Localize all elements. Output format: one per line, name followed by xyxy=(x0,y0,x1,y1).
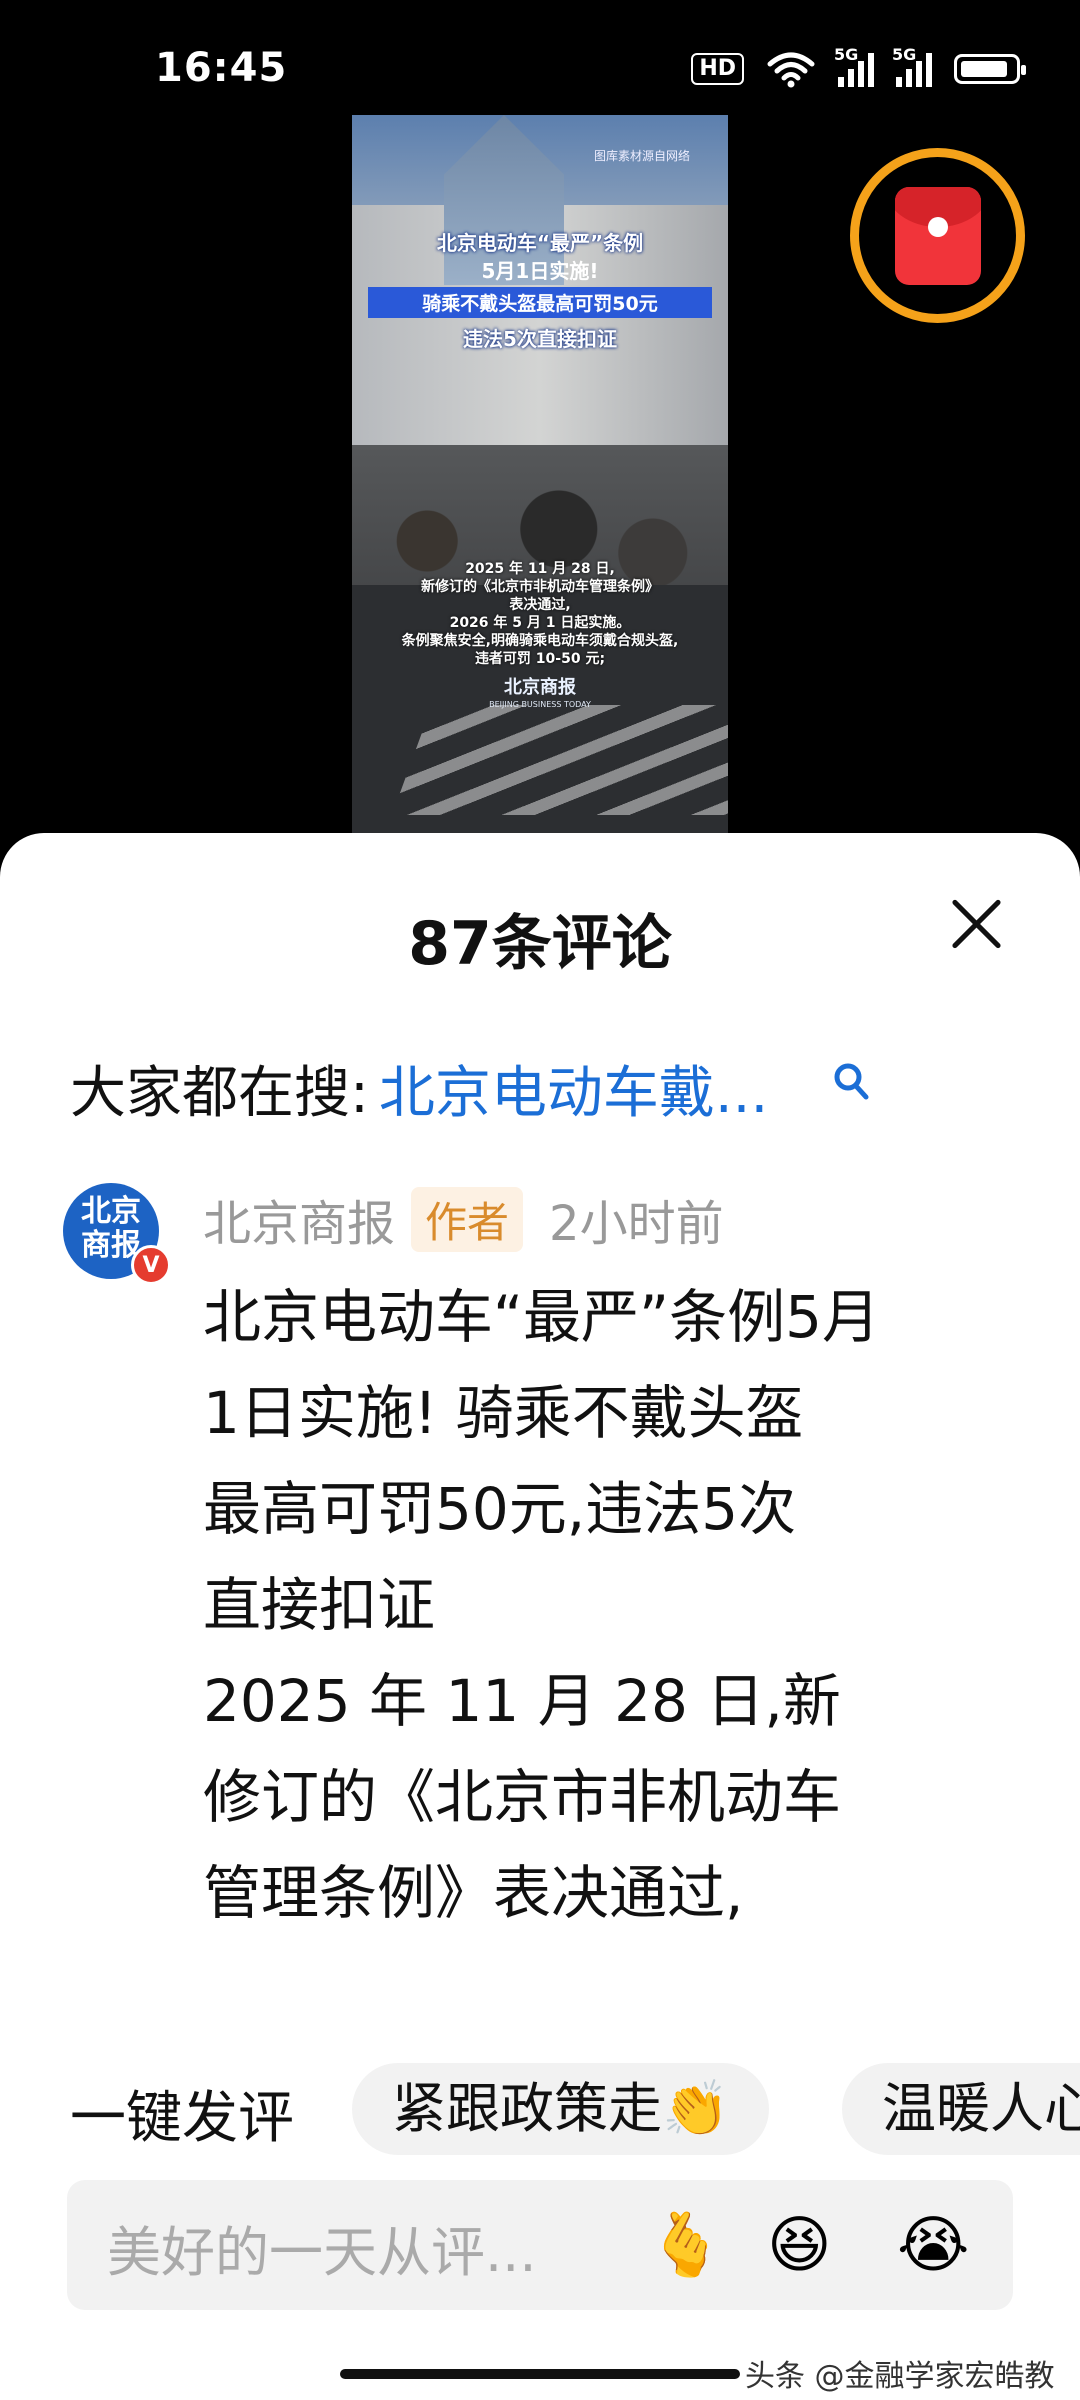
trending-search[interactable]: 大家都在搜: 北京电动车戴... xyxy=(70,1053,768,1126)
quick-comment-chip[interactable]: 紧跟政策走👏 xyxy=(352,2063,770,2155)
video-source-note: 图库素材源自网络 xyxy=(593,149,690,163)
wifi-icon xyxy=(767,52,815,88)
author-tag-badge: 作者 xyxy=(411,1186,524,1252)
video-title-line2: 5月1日实施! xyxy=(481,259,599,283)
status-time: 16:45 xyxy=(155,45,288,91)
laughing-emoji-icon[interactable]: 😆 xyxy=(767,2208,832,2282)
signal-1-icon: 5G xyxy=(834,45,874,87)
close-icon[interactable] xyxy=(946,893,1006,953)
status-icons: HD 5G 5G xyxy=(691,45,1026,88)
signal-2-icon: 5G xyxy=(892,45,932,87)
heart-hands-emoji-icon[interactable]: 🫰 xyxy=(647,2208,724,2282)
quick-comment-row: 一键发评 紧跟政策走👏 温暖人心 xyxy=(0,2053,1080,2163)
battery-icon xyxy=(954,54,1026,84)
comments-sheet: 87条评论 大家都在搜: 北京电动车戴... 北京 商报 V 北京商报 作者 2… xyxy=(0,833,1080,2400)
quick-comment-label: 一键发评 xyxy=(70,2086,294,2151)
crying-emoji-icon[interactable]: 😭 xyxy=(897,2208,969,2282)
video-title-line3: 骑乘不戴头盔最高可罚50元 xyxy=(368,287,712,318)
comment-input[interactable]: 美好的一天从评... 🫰 😆 😭 xyxy=(67,2180,1013,2310)
video-logo-subtitle: BEIJING BUSINESS TODAY xyxy=(489,700,591,709)
comment-time: 2小时前 xyxy=(549,1196,724,1252)
quick-comment-chip[interactable]: 温暖人心 xyxy=(842,2063,1080,2155)
red-envelope-icon xyxy=(895,187,981,285)
video-title-line1: 北京电动车“最严”条例 xyxy=(436,231,644,255)
status-bar: 16:45 HD 5G 5G xyxy=(0,0,1080,110)
verified-badge-icon: V xyxy=(131,1245,171,1285)
comment-body[interactable]: 北京电动车“最严”条例5月 1日实施! 骑乘不戴头盔 最高可罚50元,违法5次 … xyxy=(203,1269,993,1941)
red-packet-button[interactable] xyxy=(850,148,1025,323)
comments-count-title: 87条评论 xyxy=(408,909,672,979)
video-logo: 北京商报 xyxy=(504,677,576,698)
video-body-text: 2025 年 11 月 28 日, 新修订的《北京市非机动车管理条例》 表决通过… xyxy=(401,561,679,667)
comment-meta: 北京商报 作者 2小时前 xyxy=(203,1183,724,1255)
video-player[interactable]: 图库素材源自网络 北京电动车“最严”条例 5月1日实施! 骑乘不戴头盔最高可罚5… xyxy=(352,115,728,835)
search-icon[interactable] xyxy=(830,1061,876,1107)
watermark: 头条 @金融学家宏皓教授 xyxy=(745,2359,1055,2394)
home-indicator[interactable] xyxy=(340,2369,740,2379)
trending-search-term[interactable]: 北京电动车戴... xyxy=(379,1048,768,1129)
trending-search-label: 大家都在搜: xyxy=(70,1060,369,1126)
video-title-line4: 违法5次直接扣证 xyxy=(463,327,617,351)
comment-input-placeholder: 美好的一天从评... xyxy=(107,2221,537,2284)
hd-icon: HD xyxy=(691,53,744,85)
comment-author[interactable]: 北京商报 xyxy=(203,1184,395,1254)
video-background-crosswalk xyxy=(391,705,728,815)
